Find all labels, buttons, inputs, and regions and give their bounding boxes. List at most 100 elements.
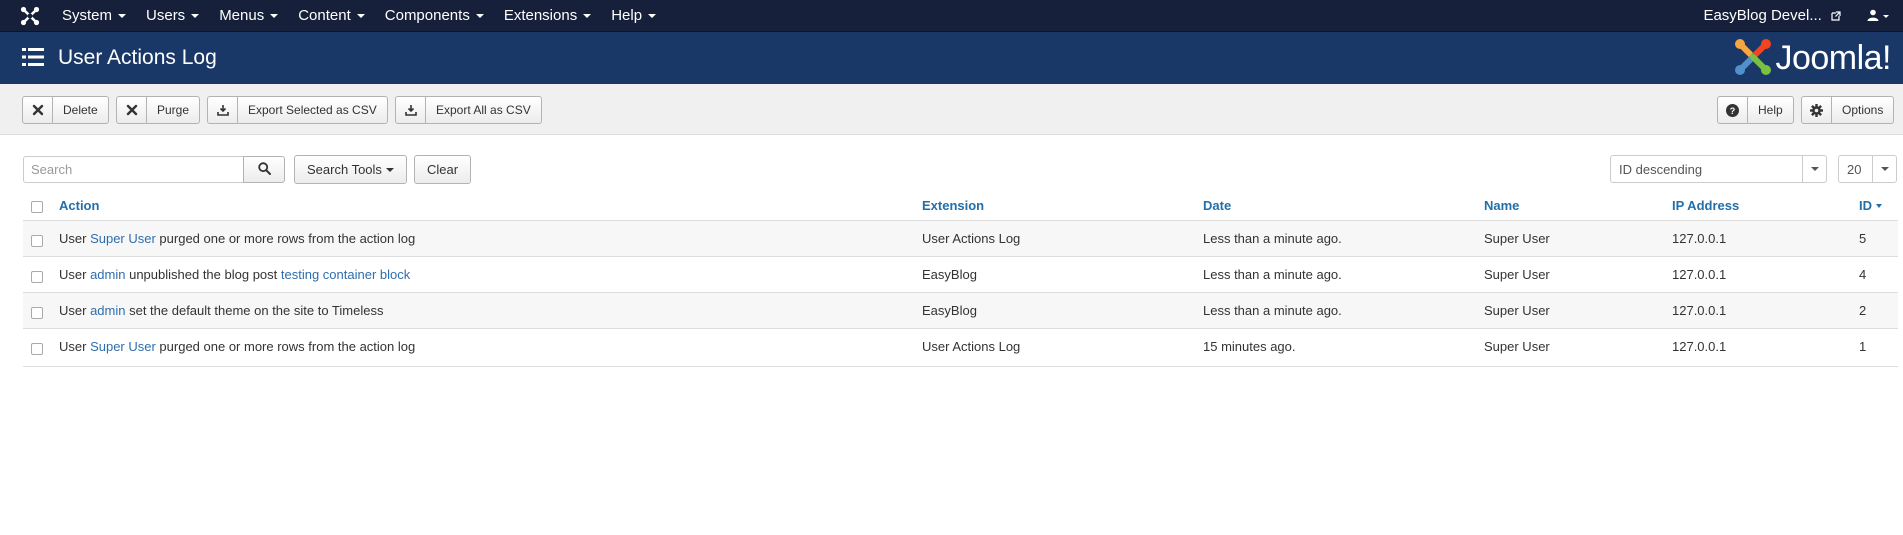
action-text: set the default theme on the site to Tim… — [125, 303, 384, 318]
help-label: Help — [1758, 103, 1783, 117]
cell-extension: User Actions Log — [922, 339, 1021, 354]
cell-id: 5 — [1859, 231, 1867, 246]
cell-id: 1 — [1859, 339, 1867, 354]
page-header: User Actions Log Joomla! — [0, 32, 1903, 84]
action-text: User — [59, 267, 91, 282]
cell-date: 15 minutes ago. — [1203, 339, 1296, 354]
export-selected-button[interactable]: Export Selected as CSV — [207, 96, 388, 124]
menu-help-label: Help — [611, 7, 643, 24]
table-row: User admin set the default theme on the … — [23, 292, 1898, 328]
cell-action: User Super User purged one or more rows … — [59, 221, 415, 256]
search-input[interactable] — [23, 156, 243, 183]
question-icon: ? — [1718, 97, 1748, 123]
cell-name: Super User — [1484, 303, 1550, 318]
search-icon — [257, 161, 271, 178]
cell-date: Less than a minute ago. — [1203, 267, 1342, 282]
chevron-down-icon — [270, 14, 279, 19]
cell-action: User Super User purged one or more rows … — [59, 329, 415, 364]
action-link[interactable]: admin — [90, 303, 125, 318]
column-header-date[interactable]: Date — [1203, 191, 1231, 220]
delete-button[interactable]: Delete — [22, 96, 109, 124]
column-header-extension[interactable]: Extension — [922, 191, 984, 220]
menu-menus[interactable]: Menus — [209, 0, 288, 32]
search-tools-button[interactable]: Search Tools — [294, 155, 407, 184]
row-checkbox[interactable] — [31, 234, 43, 247]
navbar-right: EasyBlog Devel... — [1691, 0, 1903, 32]
column-header-action[interactable]: Action — [59, 191, 99, 220]
table-row: User Super User purged one or more rows … — [23, 220, 1898, 256]
limit-value: 20 — [1847, 161, 1862, 177]
row-checkbox[interactable] — [31, 342, 43, 355]
chevron-down-icon — [475, 14, 484, 19]
user-menu[interactable] — [1853, 9, 1903, 24]
action-text: User — [59, 231, 91, 246]
ordering-value: ID descending — [1619, 161, 1703, 177]
row-checkbox[interactable] — [31, 270, 43, 283]
site-name: EasyBlog Devel... — [1703, 7, 1822, 25]
table-row: User Super User purged one or more rows … — [23, 328, 1898, 364]
action-link[interactable]: admin — [90, 267, 125, 282]
ordering-select[interactable]: ID descending — [1610, 155, 1827, 183]
svg-text:?: ? — [1730, 106, 1736, 116]
chevron-down-icon — [385, 167, 394, 172]
options-label: Options — [1842, 103, 1884, 117]
select-all-checkbox[interactable] — [31, 200, 43, 213]
search-button[interactable] — [243, 156, 285, 183]
action-link[interactable]: Super User — [90, 339, 156, 354]
options-button[interactable]: Options — [1801, 96, 1895, 124]
gear-icon — [1802, 97, 1832, 123]
menu-menus-label: Menus — [219, 7, 265, 24]
action-link[interactable]: testing container block — [281, 267, 410, 282]
chevron-down-icon — [191, 14, 200, 19]
menu-content-label: Content — [298, 7, 351, 24]
action-text: unpublished the blog post — [125, 267, 281, 282]
menu-help[interactable]: Help — [601, 0, 666, 32]
joomla-logo-icon[interactable] — [20, 6, 40, 26]
external-link-icon — [1831, 8, 1841, 25]
clear-label: Clear — [427, 162, 459, 177]
help-button[interactable]: ? Help — [1717, 96, 1794, 124]
purge-label: Purge — [157, 103, 190, 117]
cell-action: User admin unpublished the blog post tes… — [59, 257, 410, 292]
chevron-down-icon — [1802, 156, 1826, 182]
action-link[interactable]: Super User — [90, 231, 156, 246]
close-icon — [23, 97, 53, 123]
cell-ip: 127.0.0.1 — [1672, 339, 1727, 354]
joomla-brand: Joomla! — [1733, 38, 1891, 78]
export-all-button[interactable]: Export All as CSV — [395, 96, 542, 124]
site-link[interactable]: EasyBlog Devel... — [1691, 7, 1853, 25]
close-icon — [117, 97, 147, 123]
limit-select[interactable]: 20 — [1838, 155, 1897, 183]
menu-components-label: Components — [384, 7, 470, 24]
column-header-ip[interactable]: IP Address — [1672, 191, 1739, 220]
toolbar: Delete Purge Export Selected as CSV Expo… — [0, 84, 1903, 135]
menu-system[interactable]: System — [52, 0, 136, 32]
purge-button[interactable]: Purge — [116, 96, 201, 124]
clear-button[interactable]: Clear — [414, 155, 472, 184]
chevron-down-icon — [356, 14, 365, 19]
page-title: User Actions Log — [58, 46, 217, 69]
menu-components[interactable]: Components — [375, 0, 494, 32]
download-icon — [208, 97, 238, 123]
menu-extensions[interactable]: Extensions — [494, 0, 601, 32]
action-text: purged one or more rows from the action … — [155, 339, 416, 354]
menu-users[interactable]: Users — [136, 0, 209, 32]
row-checkbox[interactable] — [31, 306, 43, 319]
cell-date: Less than a minute ago. — [1203, 231, 1342, 246]
cell-ip: 127.0.0.1 — [1672, 231, 1727, 246]
column-header-id[interactable]: ID — [1859, 191, 1882, 220]
menu-users-label: Users — [146, 7, 186, 24]
chevron-down-icon — [583, 14, 592, 19]
cell-extension: EasyBlog — [922, 303, 977, 318]
export-selected-label: Export Selected as CSV — [248, 103, 377, 117]
delete-label: Delete — [63, 103, 98, 117]
list-icon — [22, 47, 44, 70]
cell-name: Super User — [1484, 231, 1550, 246]
column-header-id-label: ID — [1859, 198, 1872, 213]
export-all-label: Export All as CSV — [436, 103, 531, 117]
menu-content[interactable]: Content — [288, 0, 375, 32]
table-header-row: Action Extension Date Name IP Address ID — [23, 191, 1898, 220]
column-header-name[interactable]: Name — [1484, 191, 1519, 220]
cell-extension: EasyBlog — [922, 267, 977, 282]
chevron-down-icon — [1872, 156, 1896, 182]
